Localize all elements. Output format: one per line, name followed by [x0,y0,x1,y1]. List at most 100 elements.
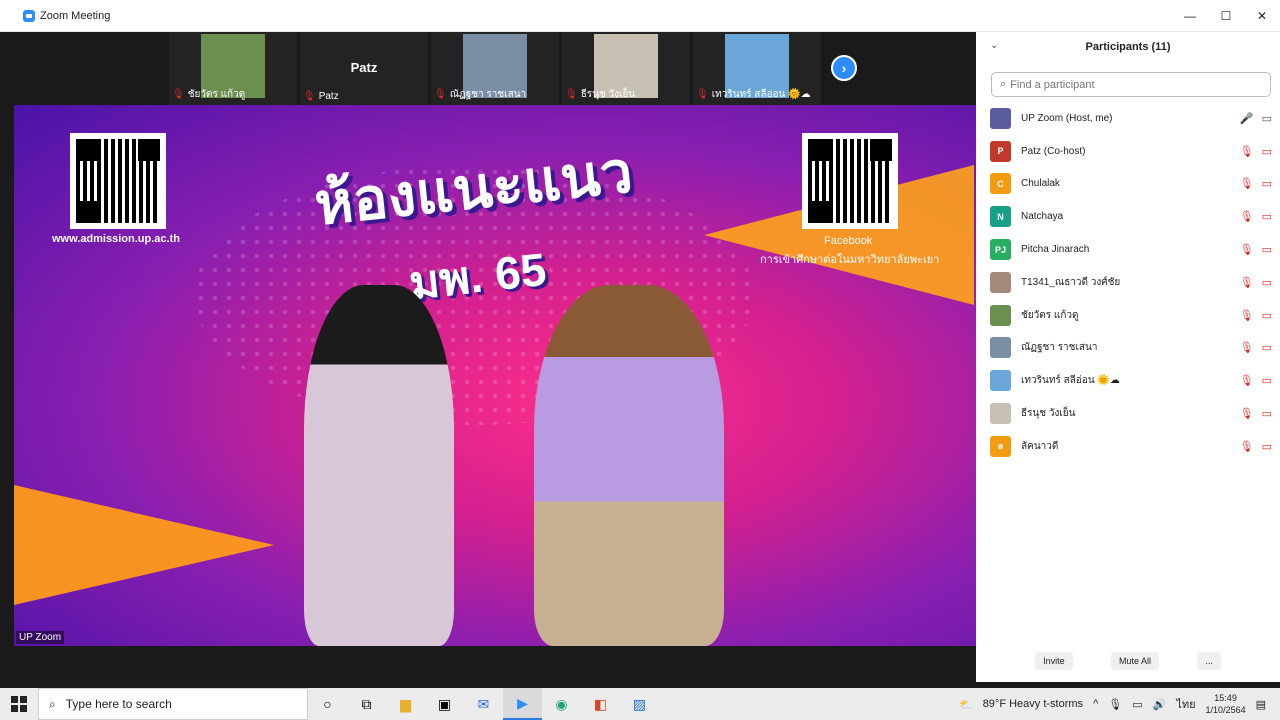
mic-muted-icon[interactable]: 🎙 [1240,374,1254,387]
participant-search[interactable]: ⌕ [991,72,1271,97]
participant-row[interactable]: ชัยวัตร แก้วดู 🎙 ▭ [976,299,1280,332]
participant-row[interactable]: P Patz (Co-host) 🎙 ▭ [976,135,1280,168]
thumbnail-name: ณัฏฐชา ราชเสนา [449,89,527,100]
weather-text[interactable]: 89°F Heavy t-storms [983,698,1083,710]
speaker-right [534,285,724,646]
file-explorer-icon[interactable]: ▆ [386,688,425,720]
participant-name: Patz (Co-host) [1021,145,1086,157]
avatar [990,271,1011,293]
photos-icon[interactable]: ▨ [620,688,659,720]
camera-off-icon[interactable]: ▭ [1262,276,1272,289]
mic-muted-icon[interactable]: 🎙 [1240,276,1254,289]
meeting-bottom-bar [14,646,976,680]
facebook-label: Facebook [824,235,873,247]
camera-off-icon[interactable]: ▭ [1262,145,1272,158]
notification-icon[interactable]: ▤ [1256,698,1266,711]
participant-list: UP Zoom (Host, me) 🎤 ▭ P Patz (Co-host) 🎙 ▭ C Ch… [976,102,1280,463]
camera-off-icon[interactable]: ▭ [1262,407,1272,420]
participant-row[interactable]: เทวรินทร์ สลีอ่อน 🌞☁ 🎙 ▭ [976,364,1280,397]
participant-row[interactable]: C Chulalak 🎙 ▭ [976,168,1280,201]
video-thumbnail[interactable]: 🎙 ชัยวัตร แก้วดู [169,32,297,105]
avatar: C [990,173,1011,195]
cortana-icon[interactable]: ○ [308,688,347,720]
camera-off-icon[interactable]: ▭ [1262,309,1272,322]
participant-name: ณัฏฐชา ราชเสนา [1021,342,1098,354]
minimize-button[interactable]: — [1172,0,1208,32]
camera-off-icon[interactable]: ▭ [1262,341,1272,354]
mic-muted-icon[interactable]: 🎙 [1240,309,1254,322]
mic-muted-icon[interactable]: 🎙 [1240,341,1254,354]
participant-search-input[interactable] [1010,78,1251,91]
microphone-icon[interactable]: 🎙 [1108,698,1122,711]
zoom-taskbar-icon[interactable]: ▶ [503,688,542,720]
chevron-down-icon[interactable]: ⌄ [990,40,998,51]
clock[interactable]: 15:49 1/10/2564 [1206,692,1246,716]
network-icon[interactable]: ▭ [1132,698,1142,711]
participant-name: ชัยวัตร แก้วดู [1021,309,1079,321]
meeting-area: 🎙 ชัยวัตร แก้วดู Patz 🎙 Patz 🎙 ณัฏฐชา ราชเส… [14,32,976,680]
mute-all-button[interactable]: Mute All [1110,652,1159,670]
chevron-right-icon[interactable]: › [831,55,857,81]
qr-code-admission [70,133,166,229]
participant-name: Natchaya [1021,211,1064,223]
store-icon[interactable]: ▣ [425,688,464,720]
mic-muted-icon[interactable]: 🎙 [1240,210,1254,223]
thumbnail-name: ชัยวัตร แก้วดู [187,89,246,100]
mic-muted-icon: 🎙 [565,89,578,100]
task-view-icon[interactable]: ⧉ [347,688,386,720]
mic-muted-icon[interactable]: 🎙 [1240,440,1254,453]
video-thumbnail[interactable]: 🎙 เทวรินทร์ สลีอ่อน 🌞☁ [693,32,821,105]
close-button[interactable]: ✕ [1244,0,1280,32]
participant-row[interactable]: ล ลัคนาวดี 🎙 ▭ [976,430,1280,463]
participant-row[interactable]: UP Zoom (Host, me) 🎤 ▭ [976,102,1280,135]
avatar: PJ [990,239,1011,261]
mic-muted-icon: 🎙 [696,89,709,100]
window-title: Zoom Meeting [40,9,111,22]
camera-off-icon[interactable]: ▭ [1262,210,1272,223]
camera-off-icon[interactable]: ▭ [1262,177,1272,190]
mic-icon[interactable]: 🎤 [1240,112,1254,125]
system-tray: ⛅ 89°F Heavy t-storms ^ 🎙 ▭ 🔊 ไทย 15:49 … [959,688,1280,720]
participant-row[interactable]: ธีรนุช วังเย็น 🎙 ▭ [976,397,1280,430]
invite-button[interactable]: Invite [1035,652,1073,670]
participant-name: เทวรินทร์ สลีอ่อน 🌞☁ [1021,375,1120,387]
video-thumbnail[interactable]: Patz 🎙 Patz [300,32,428,105]
participants-title: Participants (11) [1085,41,1171,53]
powerpoint-icon[interactable]: ◧ [581,688,620,720]
more-button[interactable]: ... [1197,652,1221,670]
mic-muted-icon[interactable]: 🎙 [1240,407,1254,420]
volume-icon[interactable]: 🔊 [1153,698,1167,711]
participant-name: Chulalak [1021,178,1060,190]
avatar: P [990,140,1011,162]
language-indicator[interactable]: ไทย [1176,695,1195,713]
participant-name: T1341_ณธาวดี วงศ์ชัย [1021,276,1121,288]
thumbnail-name: ธีรนุช วังเย็น [580,89,636,100]
participant-name: ธีรนุช วังเย็น [1021,408,1076,420]
mic-muted-icon[interactable]: 🎙 [1240,177,1254,190]
participant-row[interactable]: N Natchaya 🎙 ▭ [976,200,1280,233]
mic-muted-icon[interactable]: 🎙 [1240,145,1254,158]
participant-row[interactable]: ณัฏฐชา ราชเสนา 🎙 ▭ [976,332,1280,365]
speaker-left [304,285,454,646]
windows-start-icon[interactable] [0,688,38,720]
camera-off-icon[interactable]: ▭ [1262,374,1272,387]
title-bar: Zoom Meeting — ☐ ✕ [0,0,1280,32]
chevron-up-icon[interactable]: ^ [1093,698,1098,710]
website-text: www.admission.up.ac.th [52,233,180,245]
mail-icon[interactable]: ✉ [464,688,503,720]
participant-row[interactable]: T1341_ณธาวดี วงศ์ชัย 🎙 ▭ [976,266,1280,299]
participant-row[interactable]: PJ Pitcha Jinarach 🎙 ▭ [976,233,1280,266]
camera-off-icon[interactable]: ▭ [1262,243,1272,256]
weather-icon: ⛅ [958,698,973,711]
maximize-button[interactable]: ☐ [1208,0,1244,32]
video-thumbnail[interactable]: 🎙 ณัฏฐชา ราชเสนา [431,32,559,105]
camera-off-icon[interactable]: ▭ [1262,440,1272,453]
mic-muted-icon: 🎙 [172,89,185,100]
taskbar-search[interactable]: ⌕ Type here to search [38,688,308,720]
edge-icon[interactable]: ◉ [542,688,581,720]
video-thumbnail[interactable]: 🎙 ธีรนุช วังเย็น [562,32,690,105]
mic-muted-icon[interactable]: 🎙 [1240,243,1254,256]
video-thumbnail-strip: 🎙 ชัยวัตร แก้วดู Patz 🎙 Patz 🎙 ณัฏฐชา ราชเส… [14,32,976,105]
camera-icon[interactable]: ▭ [1262,112,1272,125]
participants-footer: Invite Mute All ... [976,652,1280,670]
